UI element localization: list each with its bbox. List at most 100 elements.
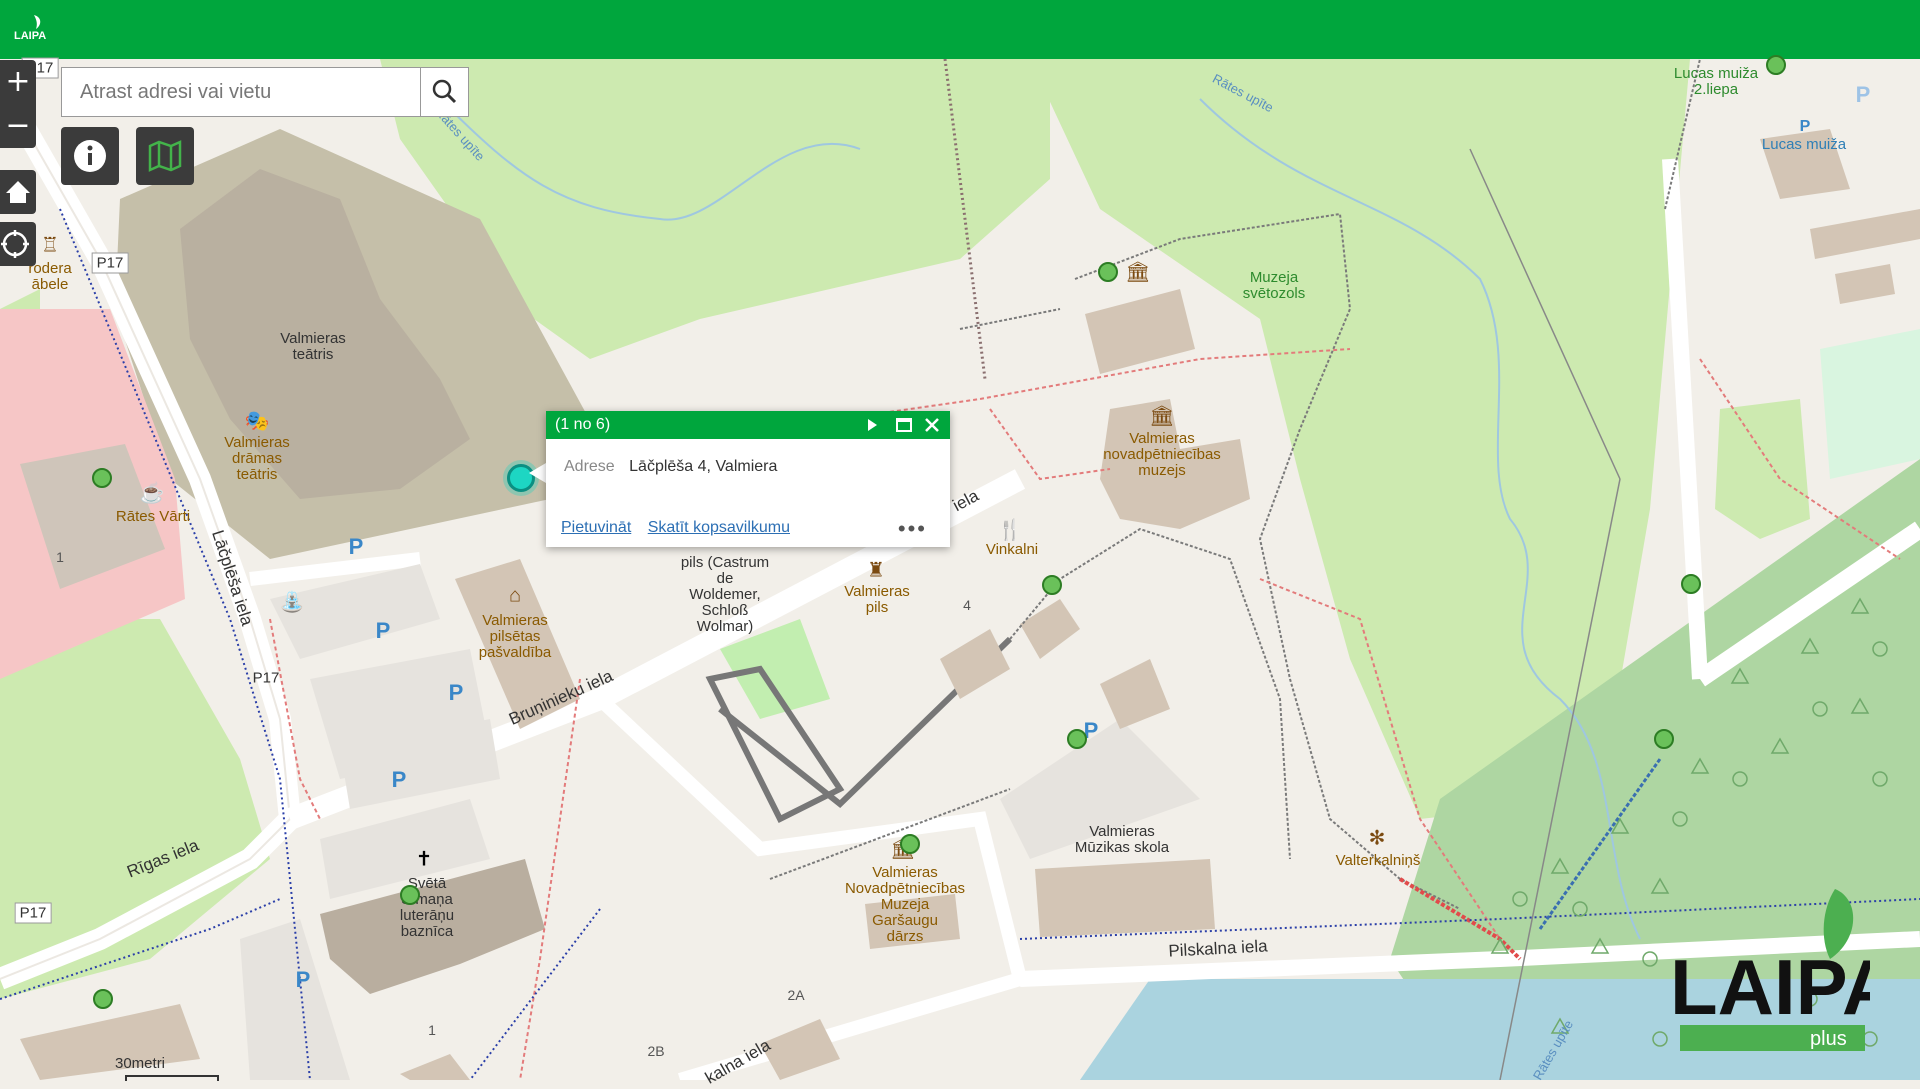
viewpoint-icon: ✻	[1368, 827, 1386, 850]
town-hall-icon: ⌂	[508, 584, 522, 607]
house-number: 1	[428, 1022, 436, 1038]
popup-next-button[interactable]	[860, 413, 884, 437]
building	[1100, 659, 1170, 729]
map-label-castle: Valmieras pils	[844, 583, 910, 616]
top-bar: LAIPA	[0, 0, 1920, 59]
popup-header: (1 no 6)	[546, 411, 950, 439]
house-number: 1	[56, 549, 64, 565]
map-label-rates-varti: Rātes Vārti	[115, 508, 191, 525]
map-marker[interactable]	[1766, 55, 1786, 75]
parking-symbol: P	[391, 767, 407, 792]
map-label-municipality: Valmieras pilsētas pašvaldība	[478, 612, 552, 661]
laipa-mini-logo-icon: LAIPA	[14, 15, 46, 42]
map-label-vinkalni: Vinkalni	[985, 541, 1039, 558]
map-label-castle-name: pils (Castrum de Woldemer, Schloß Wolmar…	[680, 554, 770, 635]
crosshair-icon	[1, 230, 29, 258]
map-marker[interactable]	[900, 834, 920, 854]
zoom-to-link[interactable]: Pietuvināt	[561, 519, 631, 536]
info-icon	[74, 140, 106, 172]
zoom-out-button[interactable]: −	[0, 104, 36, 148]
map-marker[interactable]	[1042, 575, 1062, 595]
museum-icon: 🏛	[1149, 405, 1175, 428]
park-area	[0, 619, 270, 999]
map-label-museum-oak: Muzeja svētozols	[1242, 269, 1306, 302]
map-marker[interactable]	[92, 468, 112, 488]
fountain-icon: ⛲	[279, 591, 305, 614]
scale-bar-line	[125, 1075, 219, 1081]
road	[1662, 158, 1708, 680]
popup-pointer	[529, 463, 546, 483]
map-marker[interactable]	[1067, 729, 1087, 749]
map-marker[interactable]	[400, 885, 420, 905]
parking-symbol: P	[375, 618, 391, 643]
park-area	[1715, 399, 1810, 539]
museum-icon: 🏛	[1125, 261, 1151, 284]
attribute-label: Adrese	[564, 458, 615, 475]
maximize-icon	[896, 418, 912, 432]
popup-attributes: Adrese Lāčplēša 4, Valmiera	[564, 458, 777, 476]
map-label-lucas-manor: Lucas muiža	[1761, 136, 1847, 153]
close-icon	[925, 418, 939, 432]
map-label-herb-garden: Valmieras Novadpētniecības Muzeja Garšau…	[844, 864, 966, 945]
map-canvas[interactable]: Valmieras teātris Valmieras drāmas teātr…	[0, 55, 1920, 1088]
parking-symbol: P	[448, 680, 464, 705]
zoom-in-button[interactable]: +	[0, 60, 36, 104]
road-ref-badge: P17	[14, 902, 52, 924]
zoom-control: + −	[0, 60, 36, 148]
feature-popup: (1 no 6) Adrese Lāčplēša 4, Valmiera Pie…	[546, 411, 950, 547]
building	[20, 1004, 200, 1080]
building	[1810, 209, 1920, 259]
building	[1835, 264, 1895, 304]
search-button[interactable]	[420, 68, 468, 116]
scale-bar: 30metri	[115, 1055, 219, 1081]
svg-text:LAIPA: LAIPA	[14, 30, 46, 42]
map-label-valterkalnins: Valterkalniņš	[1335, 852, 1421, 869]
map-marker[interactable]	[1098, 262, 1118, 282]
house-number: 2B	[647, 1043, 665, 1059]
map-label-music-school: Valmieras Mūzikas skola	[1074, 823, 1170, 856]
fence	[959, 308, 1061, 330]
parking-symbol: P	[348, 534, 364, 559]
road-ref-badge: P17	[91, 252, 129, 274]
scale-label: 30metri	[115, 1055, 166, 1072]
popup-actions: Pietuvināt Skatīt kopsavilkumu •••	[561, 516, 941, 541]
building	[940, 629, 1010, 699]
view-summary-link[interactable]: Skatīt kopsavilkumu	[648, 519, 790, 536]
popup-maximize-button[interactable]	[892, 413, 916, 437]
building	[400, 1054, 470, 1080]
search-icon	[432, 79, 457, 104]
map-marker[interactable]	[1654, 729, 1674, 749]
cafe-icon: ☕	[139, 482, 165, 505]
building	[1035, 859, 1215, 937]
map-marker[interactable]	[1681, 574, 1701, 594]
svg-text:LAIPA: LAIPA	[1670, 943, 1870, 1031]
info-button[interactable]	[61, 127, 119, 185]
theatre-icon: 🎭	[244, 410, 270, 433]
popup-close-button[interactable]	[920, 413, 944, 437]
church-cross-icon: ✝	[415, 848, 433, 871]
parking-symbol: P	[1799, 118, 1811, 135]
popup-feature-count: (1 no 6)	[555, 416, 611, 433]
popup-more-button[interactable]: •••	[892, 515, 933, 543]
building	[1085, 289, 1195, 374]
home-button[interactable]	[0, 170, 36, 214]
grass-area	[1820, 329, 1920, 479]
footpath	[989, 408, 1111, 481]
home-icon	[6, 181, 30, 203]
road-ref-label: P17	[252, 669, 280, 687]
map-marker[interactable]	[93, 989, 113, 1009]
parking-symbol: P	[1855, 82, 1871, 107]
map-label-local-museum: Valmieras novadpētniecības muzejs	[1103, 430, 1221, 479]
search-input[interactable]	[62, 68, 420, 116]
map-label-drama-theatre: Valmieras drāmas teātris	[224, 434, 290, 483]
locate-button[interactable]	[0, 222, 36, 266]
map-icon	[148, 140, 182, 172]
restaurant-icon: 🍴	[997, 519, 1023, 542]
laipa-plus-logo: LAIPA plus	[1670, 889, 1870, 1051]
house-number: 4	[963, 597, 971, 613]
house-number: 2A	[787, 987, 805, 1003]
building	[1020, 599, 1080, 659]
map-label-lucas-linden: Lucas muiža 2.liepa	[1673, 65, 1759, 98]
basemap-button[interactable]	[136, 127, 194, 185]
parking-symbol: P	[295, 967, 311, 992]
